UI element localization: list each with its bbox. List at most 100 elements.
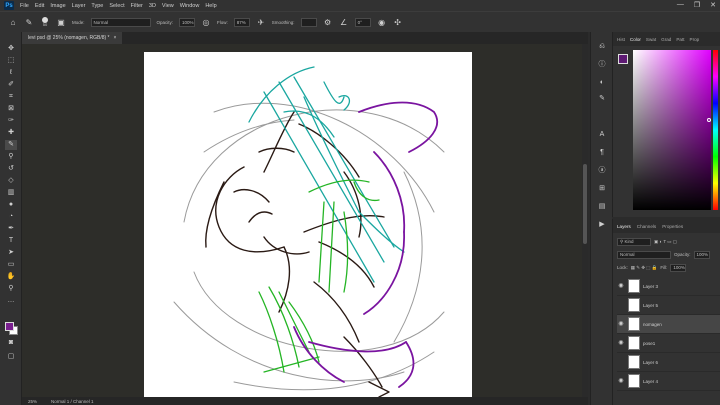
document-tab[interactable]: levi psd @ 25% (nomagen, RGB/8) * × [22, 32, 123, 44]
flow-input[interactable]: 87% [233, 17, 250, 27]
adjustments-icon[interactable]: ◐ [597, 78, 607, 88]
tab-histogram[interactable]: Hist [617, 37, 625, 42]
gear-icon[interactable]: ⚙ [323, 17, 333, 27]
eye-icon[interactable]: ◉ [617, 339, 625, 347]
foreground-color-swatch[interactable] [5, 322, 14, 331]
layer-row-selected[interactable]: ◉ nomagen [617, 315, 720, 334]
fill-input[interactable]: 100% [670, 263, 687, 272]
mode-select[interactable]: Normal [90, 17, 151, 27]
move-icon[interactable]: ✥ [5, 44, 17, 54]
airbrush-icon[interactable]: ✈ [256, 17, 266, 27]
canvas-vertical-scrollbar[interactable] [582, 44, 588, 397]
menu-select[interactable]: Select [109, 3, 124, 9]
eraser-icon[interactable]: ◇ [5, 176, 17, 186]
path-select-icon[interactable]: ➤ [5, 248, 17, 258]
tab-channels[interactable]: Channels [637, 224, 656, 229]
tab-gradients[interactable]: Grad [661, 37, 671, 42]
pressure-size-icon[interactable]: ◉ [377, 17, 387, 27]
history-brush-icon[interactable]: ↺ [5, 164, 17, 174]
history-icon[interactable]: ⎌ [597, 42, 607, 52]
eyedropper-icon[interactable]: ✑ [5, 116, 17, 126]
eye-icon[interactable]: ◉ [617, 320, 625, 328]
minimize-button[interactable]: — [677, 1, 684, 9]
kind-filter-select[interactable]: ⚲ Kind [617, 237, 651, 246]
hand-icon[interactable]: ✋ [5, 272, 17, 282]
tab-properties-layers[interactable]: Properties [662, 224, 683, 229]
libraries-icon[interactable]: ▤ [597, 202, 607, 212]
layer-opacity-input[interactable]: 100% [693, 250, 710, 259]
menu-view[interactable]: View [162, 3, 174, 9]
zoom-icon[interactable]: ⚲ [5, 284, 17, 294]
type-icon[interactable]: T [5, 236, 17, 246]
brushes-icon[interactable]: ✎ [597, 94, 607, 104]
more-icon[interactable]: … [5, 296, 17, 306]
symmetry-icon[interactable]: ✣ [393, 17, 403, 27]
menu-filter[interactable]: Filter [131, 3, 143, 9]
actions-icon[interactable]: ▶ [597, 220, 607, 230]
screen-mode-icon[interactable]: ▢ [5, 352, 17, 362]
layer-row[interactable]: ◉ pose1 [617, 334, 720, 353]
close-tab-icon[interactable]: × [114, 35, 117, 41]
smoothing-input[interactable] [300, 17, 317, 27]
brush-preset-icon[interactable]: ✎ [24, 17, 34, 27]
crop-icon[interactable]: ⌗ [5, 92, 17, 102]
frame-icon[interactable]: ⊠ [5, 104, 17, 114]
layer-row[interactable]: Layer 5 [617, 296, 720, 315]
menu-window[interactable]: Window [180, 3, 200, 9]
stamp-icon[interactable]: ⚲ [5, 152, 17, 162]
pressure-opacity-icon[interactable]: ◎ [201, 17, 211, 27]
character-icon[interactable]: A [597, 130, 607, 140]
styles-icon[interactable]: ⊞ [597, 184, 607, 194]
opacity-input[interactable]: 100% [179, 17, 196, 27]
home-icon[interactable]: ⌂ [8, 17, 18, 27]
brush-icon[interactable]: ✎ [5, 140, 17, 150]
menu-layer[interactable]: Layer [72, 3, 86, 9]
pen-icon[interactable]: ✒ [5, 224, 17, 234]
lock-icons[interactable]: ▦ ✎ ✥ ⬚ 🔒 [631, 265, 658, 271]
menu-help[interactable]: Help [205, 3, 216, 9]
eye-icon[interactable]: ◉ [617, 282, 625, 290]
shape-icon[interactable]: ▭ [5, 260, 17, 270]
close-button[interactable]: ✕ [710, 1, 716, 9]
menu-image[interactable]: Image [50, 3, 65, 9]
quick-mask-icon[interactable]: ◙ [5, 338, 17, 348]
glyphs-icon[interactable]: ⓐ [597, 166, 607, 176]
eye-hidden-icon[interactable] [617, 358, 625, 366]
menu-3d[interactable]: 3D [149, 3, 156, 9]
lasso-icon[interactable]: ℓ [5, 68, 17, 78]
tab-layers[interactable]: Layers [617, 224, 631, 229]
color-picker-cursor[interactable] [707, 118, 711, 122]
blend-mode-select[interactable]: Normal [617, 250, 671, 259]
eye-hidden-icon[interactable] [617, 301, 625, 309]
artboard[interactable] [144, 52, 472, 397]
marquee-icon[interactable]: ⬚ [5, 56, 17, 66]
tab-patterns[interactable]: Patt [676, 37, 684, 42]
maximize-button[interactable]: ❐ [694, 1, 700, 9]
layer-row[interactable]: ◉ Layer 3 [617, 277, 720, 296]
document-info[interactable]: Normal 1 / Channel 1 [51, 399, 94, 404]
healing-icon[interactable]: ✚ [5, 128, 17, 138]
panel-foreground-swatch[interactable] [618, 54, 628, 64]
scrollbar-thumb[interactable] [583, 164, 587, 244]
blur-icon[interactable]: ● [5, 200, 17, 210]
layer-row[interactable]: ◉ Layer 4 [617, 372, 720, 391]
eye-icon[interactable]: ◉ [617, 377, 625, 385]
gradient-icon[interactable]: ▥ [5, 188, 17, 198]
hue-slider[interactable] [713, 50, 718, 210]
tab-color[interactable]: Color [630, 37, 641, 42]
menu-type[interactable]: Type [91, 3, 103, 9]
paragraph-icon[interactable]: ¶ [597, 148, 607, 158]
menu-file[interactable]: File [20, 3, 29, 9]
menu-edit[interactable]: Edit [35, 3, 44, 9]
layer-row[interactable]: Layer 6 [617, 353, 720, 372]
tab-properties[interactable]: Prop [690, 37, 700, 42]
angle-input[interactable]: 0° [354, 17, 371, 27]
canvas-workspace[interactable] [22, 44, 588, 397]
quick-select-icon[interactable]: ✐ [5, 80, 17, 90]
filter-icons[interactable]: ▣ ◐ T ▭ ▢ [654, 239, 677, 245]
dodge-icon[interactable]: ◔ [5, 212, 17, 222]
brush-size-preview[interactable]: 50 [40, 17, 50, 27]
zoom-level[interactable]: 25% [28, 399, 37, 404]
saturation-value-picker[interactable] [633, 50, 711, 210]
tab-swatches[interactable]: Swat [646, 37, 656, 42]
